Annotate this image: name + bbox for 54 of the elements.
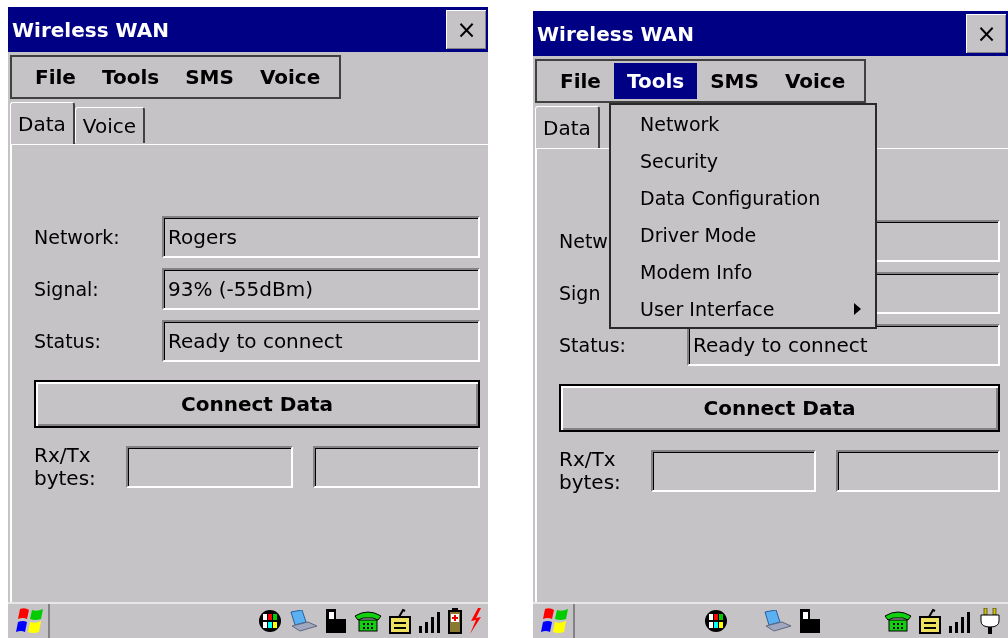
menu-option[interactable]: User Interface bbox=[611, 290, 875, 327]
radio-icon[interactable] bbox=[918, 608, 942, 634]
menu-item[interactable]: Voice bbox=[771, 63, 859, 99]
sim-card-icon[interactable] bbox=[798, 609, 822, 633]
menu-item[interactable]: File bbox=[547, 63, 614, 99]
field-label: Status: bbox=[34, 330, 101, 352]
text-field[interactable]: Ready to connect bbox=[162, 320, 480, 362]
menu-item[interactable]: Tools bbox=[88, 59, 173, 95]
text-field[interactable] bbox=[313, 446, 480, 488]
flag-icon bbox=[541, 607, 571, 635]
flag-icon bbox=[16, 607, 46, 635]
battery-icon[interactable] bbox=[448, 608, 462, 634]
field-label: Signal: bbox=[34, 278, 99, 300]
text-field[interactable] bbox=[835, 450, 1000, 492]
text-field[interactable]: Rogers bbox=[162, 216, 480, 258]
start-button[interactable] bbox=[14, 604, 50, 638]
text-field[interactable] bbox=[126, 446, 293, 488]
field-label: Network: bbox=[34, 226, 120, 248]
menu-option[interactable]: Modem Info bbox=[611, 253, 875, 290]
text-field[interactable] bbox=[651, 450, 816, 492]
phone-icon[interactable] bbox=[354, 610, 382, 632]
connect-button[interactable]: Connect Data bbox=[559, 384, 1000, 432]
menu-item[interactable]: Voice bbox=[246, 59, 334, 95]
field-label: Rx/Tx bytes: bbox=[34, 444, 97, 490]
tab[interactable]: Voice bbox=[74, 107, 145, 143]
sim-card-icon[interactable] bbox=[324, 609, 348, 633]
close-button[interactable]: × bbox=[966, 14, 1006, 53]
field-label: Status: bbox=[559, 334, 626, 356]
menu-option[interactable]: Driver Mode bbox=[611, 216, 875, 253]
field-label: Netw bbox=[559, 230, 608, 252]
menu-item[interactable]: File bbox=[22, 59, 89, 95]
field-label: Sign bbox=[559, 282, 601, 304]
window-title: Wireless WAN bbox=[12, 17, 169, 42]
color-grid-icon[interactable] bbox=[704, 609, 728, 633]
menu-option[interactable]: Network bbox=[611, 105, 875, 142]
plug-icon[interactable] bbox=[978, 608, 1002, 634]
radio-icon[interactable] bbox=[388, 608, 412, 634]
tab[interactable]: Data bbox=[535, 106, 600, 148]
color-grid-icon[interactable] bbox=[258, 609, 282, 633]
connect-button[interactable]: Connect Data bbox=[34, 380, 480, 428]
start-button[interactable] bbox=[539, 604, 575, 638]
menu-item[interactable]: SMS bbox=[697, 63, 772, 99]
menu-option[interactable]: Security bbox=[611, 142, 875, 179]
text-field[interactable]: 93% (-55dBm) bbox=[162, 268, 480, 310]
tab[interactable]: Data bbox=[10, 102, 75, 144]
laptop-icon[interactable] bbox=[288, 610, 318, 632]
menu-item[interactable]: SMS bbox=[172, 59, 247, 95]
window-title: Wireless WAN bbox=[537, 21, 694, 46]
close-button[interactable]: × bbox=[446, 10, 486, 49]
menu-item[interactable]: Tools bbox=[613, 63, 698, 99]
menu-option[interactable]: Data Configuration bbox=[611, 179, 875, 216]
phone-icon[interactable] bbox=[884, 610, 912, 632]
field-label: Rx/Tx bytes: bbox=[559, 448, 622, 494]
laptop-icon[interactable] bbox=[762, 610, 792, 632]
